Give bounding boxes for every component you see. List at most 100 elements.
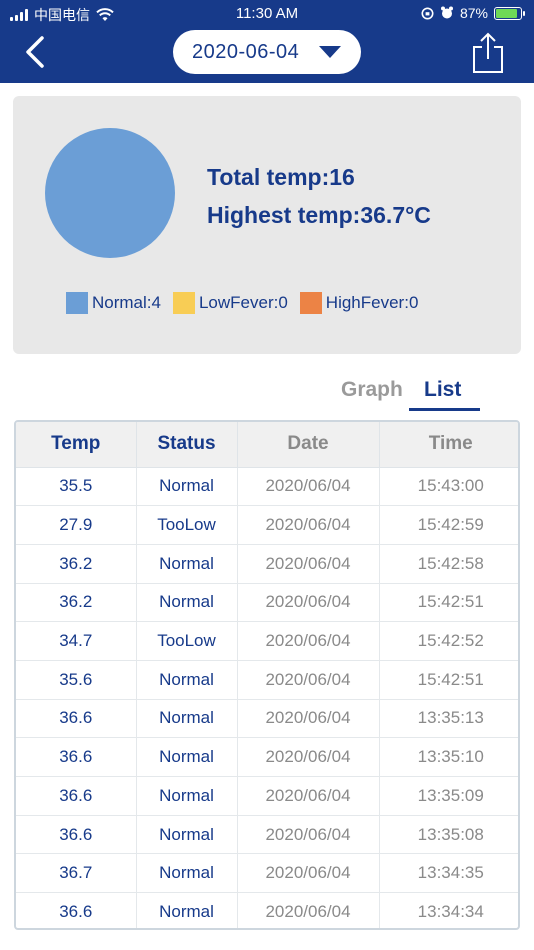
- status-right: 87%: [421, 5, 525, 21]
- summary-card: Total temp:16 Highest temp:36.7°C Normal…: [13, 96, 521, 354]
- cell-date: 2020/06/04: [237, 660, 380, 700]
- cell-time: 13:35:09: [379, 776, 518, 816]
- cell-date: 2020/06/04: [237, 776, 380, 816]
- cell-date: 2020/06/04: [237, 892, 380, 928]
- legend-item-normal: Normal:4: [66, 292, 161, 314]
- active-tab-indicator: [409, 408, 480, 411]
- cell-status: Normal: [136, 776, 238, 816]
- cell-status: TooLow: [136, 505, 238, 545]
- status-bar: 中国电信 11:30 AM 87%: [0, 0, 534, 28]
- cell-date: 2020/06/04: [237, 737, 380, 777]
- selected-date: 2020-06-04: [192, 40, 300, 63]
- cell-status: TooLow: [136, 621, 238, 661]
- cell-temp: 36.6: [16, 815, 137, 855]
- cell-date: 2020/06/04: [237, 544, 380, 584]
- table-row[interactable]: 35.6 Normal 2020/06/04 15:42:51: [16, 660, 518, 700]
- legend-label-highfever: HighFever:0: [325, 293, 419, 312]
- cell-date: 2020/06/04: [237, 699, 380, 739]
- share-button[interactable]: [470, 32, 506, 74]
- cell-time: 15:42:58: [379, 544, 518, 584]
- legend-swatch-highfever: [299, 292, 322, 314]
- cell-date: 2020/06/04: [237, 621, 380, 661]
- cell-status: Normal: [136, 660, 238, 700]
- cell-status: Normal: [136, 467, 238, 507]
- chevron-down-icon: [319, 46, 341, 58]
- table-row[interactable]: 36.6 Normal 2020/06/04 13:35:10: [16, 737, 518, 777]
- legend-swatch-normal: [66, 292, 88, 314]
- cell-time: 15:43:00: [379, 467, 518, 507]
- table-row[interactable]: 36.6 Normal 2020/06/04 13:34:34: [16, 892, 518, 928]
- column-header-date: Date: [237, 422, 380, 468]
- cell-date: 2020/06/04: [237, 505, 380, 545]
- cell-temp: 36.2: [16, 544, 137, 584]
- cell-time: 15:42:59: [379, 505, 518, 545]
- cell-time: 13:34:35: [379, 853, 518, 894]
- column-header-time: Time: [379, 422, 518, 468]
- cell-temp: 36.6: [16, 776, 137, 816]
- cell-status: Normal: [136, 853, 238, 894]
- cell-status: Normal: [136, 583, 238, 623]
- legend-label-normal: Normal:4: [92, 293, 161, 312]
- summary-stats: Total temp:16 Highest temp:36.7°C: [207, 158, 431, 234]
- cell-temp: 35.5: [16, 467, 137, 507]
- cell-temp: 36.2: [16, 583, 137, 623]
- cell-time: 13:35:08: [379, 815, 518, 855]
- alarm-icon: [440, 6, 453, 19]
- cell-status: Normal: [136, 737, 238, 777]
- date-picker[interactable]: 2020-06-04: [173, 30, 361, 74]
- cell-status: Normal: [136, 892, 238, 928]
- table-row[interactable]: 36.2 Normal 2020/06/04 15:42:51: [16, 583, 518, 623]
- tab-graph[interactable]: Graph: [341, 378, 403, 402]
- legend-item-lowfever: LowFever:0: [172, 292, 288, 314]
- battery-percent: 87%: [459, 5, 488, 21]
- cell-temp: 27.9: [16, 505, 137, 545]
- pie-chart: [45, 128, 175, 258]
- column-header-status: Status: [136, 422, 238, 468]
- table-row[interactable]: 27.9 TooLow 2020/06/04 15:42:59: [16, 505, 518, 545]
- chevron-left-icon: [26, 36, 44, 68]
- cell-temp: 34.7: [16, 621, 137, 661]
- cell-time: 13:34:34: [379, 892, 518, 928]
- cell-temp: 35.6: [16, 660, 137, 700]
- records-table[interactable]: Temp Status Date Time 35.5 Normal 2020/06/…: [14, 420, 520, 930]
- cell-time: 13:35:13: [379, 699, 518, 739]
- tab-list[interactable]: List: [424, 378, 461, 402]
- cell-date: 2020/06/04: [237, 815, 380, 855]
- view-tabs: Graph List: [0, 376, 534, 416]
- legend-label-lowfever: LowFever:0: [198, 293, 288, 312]
- chart-legend: Normal:4 LowFever:0 HighFever:0: [66, 292, 430, 314]
- cell-time: 15:42:51: [379, 660, 518, 700]
- cell-date: 2020/06/04: [237, 853, 380, 894]
- table-row[interactable]: 35.5 Normal 2020/06/04 15:43:00: [16, 467, 518, 507]
- cell-date: 2020/06/04: [237, 467, 380, 507]
- cell-status: Normal: [136, 544, 238, 584]
- table-header-row: Temp Status Date Time: [16, 422, 518, 468]
- highest-temp-label: Highest temp:36.7°C: [207, 202, 431, 228]
- cell-time: 13:35:10: [379, 737, 518, 777]
- cell-time: 15:42:51: [379, 583, 518, 623]
- cell-temp: 36.7: [16, 853, 137, 894]
- cell-temp: 36.6: [16, 699, 137, 739]
- cell-time: 15:42:52: [379, 621, 518, 661]
- table-row[interactable]: 36.2 Normal 2020/06/04 15:42:58: [16, 544, 518, 584]
- battery-icon: [494, 6, 525, 20]
- app-header: 中国电信 11:30 AM 87% 2020-06-04: [0, 0, 534, 83]
- cell-date: 2020/06/04: [237, 583, 380, 623]
- pie-slice-normal: [45, 128, 175, 258]
- share-icon: [473, 32, 503, 73]
- cell-status: Normal: [136, 815, 238, 855]
- cell-status: Normal: [136, 699, 238, 739]
- table-row[interactable]: 36.7 Normal 2020/06/04 13:34:35: [16, 853, 518, 894]
- cell-temp: 36.6: [16, 737, 137, 777]
- back-button[interactable]: [18, 34, 54, 70]
- column-header-temp: Temp: [16, 422, 137, 468]
- table-row[interactable]: 36.6 Normal 2020/06/04 13:35:09: [16, 776, 518, 816]
- table-row[interactable]: 36.6 Normal 2020/06/04 13:35:08: [16, 815, 518, 855]
- table-row[interactable]: 36.6 Normal 2020/06/04 13:35:13: [16, 699, 518, 739]
- cell-temp: 36.6: [16, 892, 137, 928]
- legend-item-highfever: HighFever:0: [299, 292, 419, 314]
- rotation-lock-icon: [421, 7, 434, 19]
- total-temp-label: Total temp:16: [207, 164, 355, 190]
- legend-swatch-lowfever: [172, 292, 195, 314]
- table-row[interactable]: 34.7 TooLow 2020/06/04 15:42:52: [16, 621, 518, 661]
